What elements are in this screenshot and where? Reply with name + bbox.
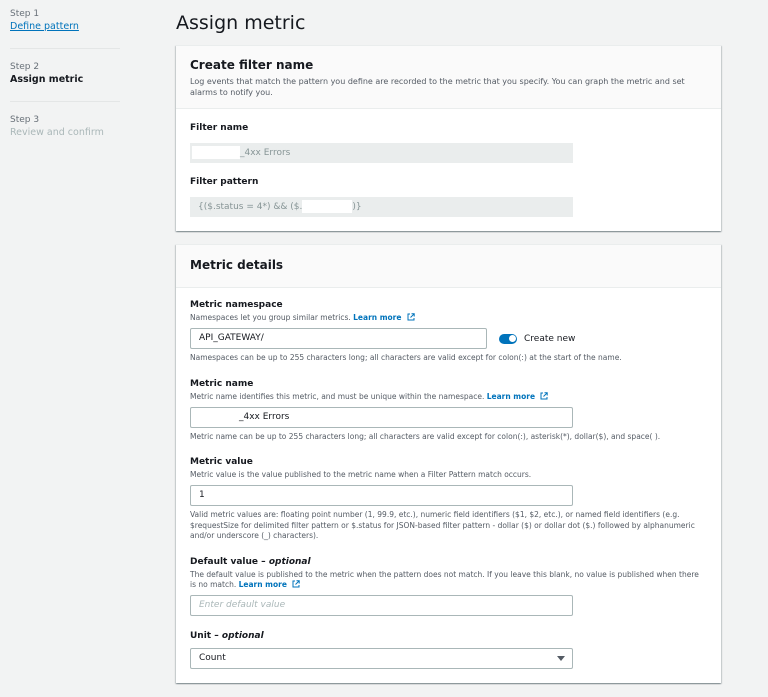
metric-name-learn-more-link[interactable]: Learn more [487, 392, 535, 401]
step-1-number: Step 1 [10, 9, 40, 19]
filter-name-value: _4xx Errors [190, 143, 573, 163]
metric-details-panel: Metric details Metric namespace Namespac… [176, 244, 721, 683]
step-3-number: Step 3 [10, 115, 40, 125]
redacted-block [192, 146, 240, 159]
filter-pattern-prefix: {($.status = 4*) && ($. [198, 202, 303, 212]
metric-value-description: Metric value is the value published to t… [190, 470, 532, 479]
external-link-icon[interactable] [407, 313, 415, 321]
filter-panel-body: Filter name _4xx Errors Filter pattern {… [176, 109, 721, 231]
default-value-description: The default value is published to the me… [190, 570, 707, 590]
optional-tag: optional [268, 556, 311, 567]
namespace-input-row: API_GATEWAY/ Create new [190, 328, 707, 349]
unit-label-text: Unit [190, 630, 212, 641]
external-link-icon[interactable] [292, 579, 301, 588]
filter-panel-description: Log events that match the pattern you de… [190, 77, 685, 97]
caret-down-icon[interactable] [557, 655, 565, 661]
metric-value-input[interactable]: 1 [190, 485, 573, 506]
unit-field: Unit – optional Count [190, 630, 707, 669]
filter-name-label: Filter name [190, 123, 249, 133]
unit-label: Unit – optional [190, 630, 264, 641]
filter-name-field: Filter name _4xx Errors [190, 122, 707, 163]
metric-name-input[interactable]: _4xx Errors [190, 406, 573, 428]
metric-name-desc-text: Metric name identifies this metric, and … [190, 391, 485, 401]
step-1-link[interactable]: Define pattern [10, 20, 120, 34]
filter-name-text: _4xx Errors [240, 148, 291, 158]
metric-namespace-description: Namespaces let you group similar metrics… [190, 313, 707, 323]
filter-pattern-suffix: )} [352, 202, 362, 212]
step-2-number: Step 2 [10, 62, 40, 72]
step-3-title: Review and confirm [10, 127, 104, 138]
step-3: Step 3 Review and confirm [10, 114, 120, 154]
redacted-block [191, 410, 239, 422]
main-content: Assign metric Create filter name Log eve… [176, 0, 721, 683]
metric-name-field: Metric name Metric name identifies this … [190, 378, 707, 443]
metric-namespace-input[interactable]: API_GATEWAY/ [190, 328, 487, 349]
optional-tag: optional [221, 630, 264, 641]
metric-value-label: Metric value [190, 457, 253, 467]
filter-panel-title: Create filter name [190, 58, 314, 72]
namespace-desc-text: Namespaces let you group similar metrics… [190, 313, 351, 322]
metric-name-value: _4xx Errors [239, 411, 290, 422]
step-1: Step 1 Define pattern [10, 8, 120, 49]
step-2: Step 2 Assign metric [10, 61, 120, 102]
default-value-label: Default value – optional [190, 556, 311, 567]
metric-panel-body: Metric namespace Namespaces let you grou… [176, 288, 721, 683]
filter-panel-header: Create filter name Log events that match… [176, 46, 721, 109]
wizard-steps: Step 1 Define pattern Step 2 Assign metr… [10, 8, 120, 166]
default-value-input[interactable]: Enter default value [190, 594, 573, 616]
metric-namespace-field: Metric namespace Namespaces let you grou… [190, 299, 707, 364]
namespace-learn-more-link[interactable]: Learn more [353, 313, 401, 322]
namespace-constraint-text: Namespaces can be up to 255 characters l… [190, 353, 622, 362]
create-new-label: Create new [524, 333, 576, 344]
filter-pattern-value: {($.status = 4*) && ($.)} [190, 197, 573, 217]
default-value-learn-more-link[interactable]: Learn more [239, 580, 287, 589]
metric-value-constraint-text: Valid metric values are: floating point … [190, 510, 695, 540]
filter-pattern-label: Filter pattern [190, 177, 259, 187]
metric-name-constraint-text: Metric name can be up to 255 characters … [190, 431, 661, 441]
metric-name-description: Metric name identifies this metric, and … [190, 392, 707, 402]
page-title: Assign metric [176, 12, 306, 34]
metric-panel-title: Metric details [190, 258, 284, 272]
unit-selected-value: Count [199, 652, 226, 663]
filter-name-panel: Create filter name Log events that match… [176, 45, 721, 231]
external-link-icon[interactable] [540, 391, 549, 400]
filter-pattern-field: Filter pattern {($.status = 4*) && ($.)} [190, 176, 707, 217]
create-new-toggle[interactable] [499, 333, 517, 344]
metric-panel-header: Metric details [176, 245, 721, 288]
metric-value-field: Metric value Metric value is the value p… [190, 456, 707, 542]
metric-name-label: Metric name [190, 378, 254, 389]
default-value-field: Default value – optional The default val… [190, 556, 707, 616]
metric-namespace-label: Metric namespace [190, 300, 283, 310]
step-2-title: Assign metric [10, 74, 84, 85]
unit-select[interactable]: Count [190, 647, 573, 669]
redacted-block [302, 200, 353, 213]
default-value-label-text: Default value [190, 556, 259, 567]
